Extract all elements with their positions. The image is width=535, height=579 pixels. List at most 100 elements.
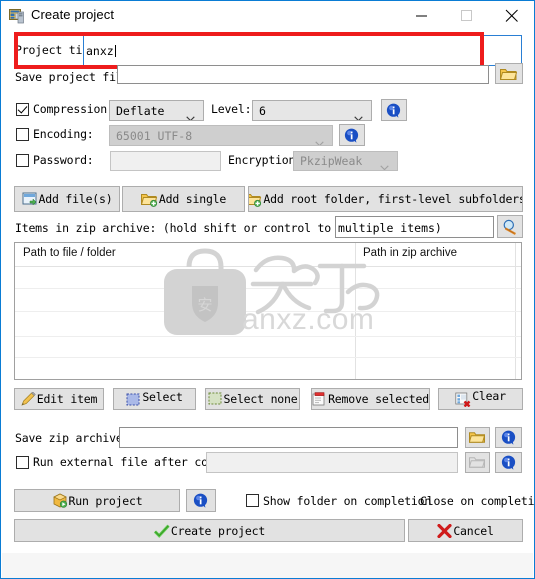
cancel-button[interactable]: Cancel bbox=[408, 519, 523, 542]
add-folder-icon bbox=[140, 192, 158, 207]
minimize-button[interactable] bbox=[399, 1, 444, 30]
select-label: Select bbox=[142, 390, 183, 404]
select-button[interactable]: Select bbox=[113, 388, 196, 410]
add-root-folder-button[interactable]: Add root folder, first-level subfolders bbox=[248, 186, 523, 212]
compression-checkbox[interactable] bbox=[16, 103, 29, 116]
create-project-label: Create project bbox=[170, 523, 266, 538]
remove-selected-label: Remove selected bbox=[328, 392, 429, 406]
info-icon bbox=[193, 493, 208, 508]
compression-level-value: 6 bbox=[259, 104, 266, 118]
run-external-checkbox[interactable] bbox=[16, 456, 29, 469]
compression-method-select[interactable]: Deflate bbox=[109, 100, 204, 121]
chevron-down-icon bbox=[380, 158, 389, 170]
run-external-info-button[interactable] bbox=[495, 452, 522, 473]
items-search-button[interactable] bbox=[497, 215, 523, 238]
info-icon bbox=[501, 455, 516, 470]
password-checkbox[interactable] bbox=[16, 154, 29, 167]
close-button[interactable] bbox=[489, 1, 534, 30]
save-zip-info-button[interactable] bbox=[495, 427, 522, 448]
password-label: Password: bbox=[33, 153, 94, 167]
compression-label: Compression: bbox=[33, 102, 114, 116]
watermark-text: anxz.com bbox=[242, 303, 375, 336]
save-project-file-input[interactable] bbox=[117, 65, 489, 84]
list-row-divider bbox=[15, 357, 521, 358]
items-search-input[interactable]: multiple items) bbox=[335, 216, 494, 238]
info-icon bbox=[386, 103, 401, 118]
items-list[interactable]: Path to file / folder Path in zip archiv… bbox=[14, 242, 522, 380]
green-check-icon bbox=[153, 524, 170, 538]
create-project-dialog: Create project Project tit anxz Save pro… bbox=[0, 0, 535, 579]
compression-level-label: Level: bbox=[211, 102, 252, 116]
save-zip-input[interactable] bbox=[119, 427, 458, 448]
edit-item-label: Edit item bbox=[36, 392, 98, 406]
clear-button[interactable]: Clear bbox=[438, 388, 523, 410]
edit-item-button[interactable]: Edit item bbox=[14, 388, 104, 410]
encoding-value: 65001 UTF-8 bbox=[116, 129, 193, 143]
project-title-input[interactable]: anxz bbox=[83, 35, 522, 66]
encryption-label: Encryption: bbox=[228, 153, 302, 167]
clear-label: Clear bbox=[472, 389, 506, 403]
clear-icon bbox=[455, 392, 471, 407]
add-file-icon bbox=[22, 191, 38, 207]
show-folder-checkbox[interactable] bbox=[246, 494, 259, 507]
add-files-label: Add file(s) bbox=[38, 192, 113, 206]
compression-method-value: Deflate bbox=[116, 104, 165, 118]
show-folder-label: Show folder on completion bbox=[263, 494, 432, 508]
status-strip bbox=[2, 552, 533, 578]
select-none-button[interactable]: Select none bbox=[205, 388, 300, 410]
chevron-down-icon bbox=[186, 108, 195, 120]
maximize-button[interactable] bbox=[444, 1, 489, 30]
encoding-select[interactable]: 65001 UTF-8 bbox=[109, 125, 333, 146]
minimize-icon bbox=[415, 15, 427, 16]
select-all-icon bbox=[126, 393, 141, 407]
add-single-label: Add single bbox=[158, 192, 227, 206]
folder-open-icon bbox=[500, 67, 517, 81]
list-row-divider bbox=[15, 288, 521, 289]
select-none-label: Select none bbox=[223, 392, 298, 406]
info-icon bbox=[501, 430, 516, 445]
encoding-label: Encoding: bbox=[33, 127, 94, 141]
compression-info-button[interactable] bbox=[381, 99, 407, 121]
folder-open-icon bbox=[469, 431, 485, 444]
encryption-select[interactable]: PkzipWeak bbox=[293, 151, 398, 171]
add-root-folder-label: Add root folder, first-level subfolders bbox=[263, 192, 523, 206]
project-title-value: anxz bbox=[86, 44, 114, 58]
add-files-button[interactable]: Add file(s) bbox=[14, 186, 120, 212]
folder-open-icon bbox=[469, 456, 485, 469]
cancel-label: Cancel bbox=[453, 523, 494, 538]
project-title-label: Project tit bbox=[15, 43, 89, 57]
encoding-checkbox[interactable] bbox=[16, 128, 29, 141]
save-project-browse-button[interactable] bbox=[495, 63, 523, 84]
list-header: Path to file / folder Path in zip archiv… bbox=[15, 243, 521, 267]
run-external-browse-button[interactable] bbox=[465, 452, 490, 473]
column-header-path-to-file[interactable]: Path to file / folder bbox=[23, 247, 116, 259]
close-icon bbox=[505, 9, 518, 22]
save-zip-browse-button[interactable] bbox=[465, 427, 490, 448]
compression-level-select[interactable]: 6 bbox=[252, 100, 372, 121]
remove-selected-button[interactable]: Remove selected bbox=[311, 388, 430, 410]
encoding-info-button[interactable] bbox=[339, 124, 365, 146]
close-on-completion-label: Close on completion bbox=[420, 494, 535, 508]
package-run-icon bbox=[52, 493, 68, 508]
chevron-down-icon bbox=[315, 133, 324, 145]
encryption-value: PkzipWeak bbox=[300, 154, 363, 168]
run-project-info-button[interactable] bbox=[186, 489, 216, 512]
chevron-down-icon bbox=[354, 108, 363, 120]
maximize-icon bbox=[460, 9, 472, 21]
run-external-input[interactable] bbox=[206, 452, 458, 473]
pencil-icon bbox=[21, 392, 36, 406]
app-window-icon bbox=[9, 8, 25, 24]
run-project-label: Run project bbox=[68, 493, 143, 508]
red-x-icon bbox=[437, 523, 452, 538]
select-none-icon bbox=[208, 392, 223, 406]
add-single-button[interactable]: Add single bbox=[122, 186, 245, 212]
info-icon bbox=[344, 128, 359, 143]
run-project-button[interactable]: Run project bbox=[14, 489, 180, 512]
window-title: Create project bbox=[31, 7, 115, 22]
password-input[interactable] bbox=[110, 151, 221, 171]
create-project-button[interactable]: Create project bbox=[14, 519, 405, 542]
search-icon bbox=[502, 219, 518, 235]
column-header-path-in-archive[interactable]: Path in zip archive bbox=[363, 247, 457, 259]
add-folder-icon bbox=[249, 192, 262, 207]
items-in-archive-label: Items in zip archive: (hold shift or con… bbox=[15, 221, 379, 235]
